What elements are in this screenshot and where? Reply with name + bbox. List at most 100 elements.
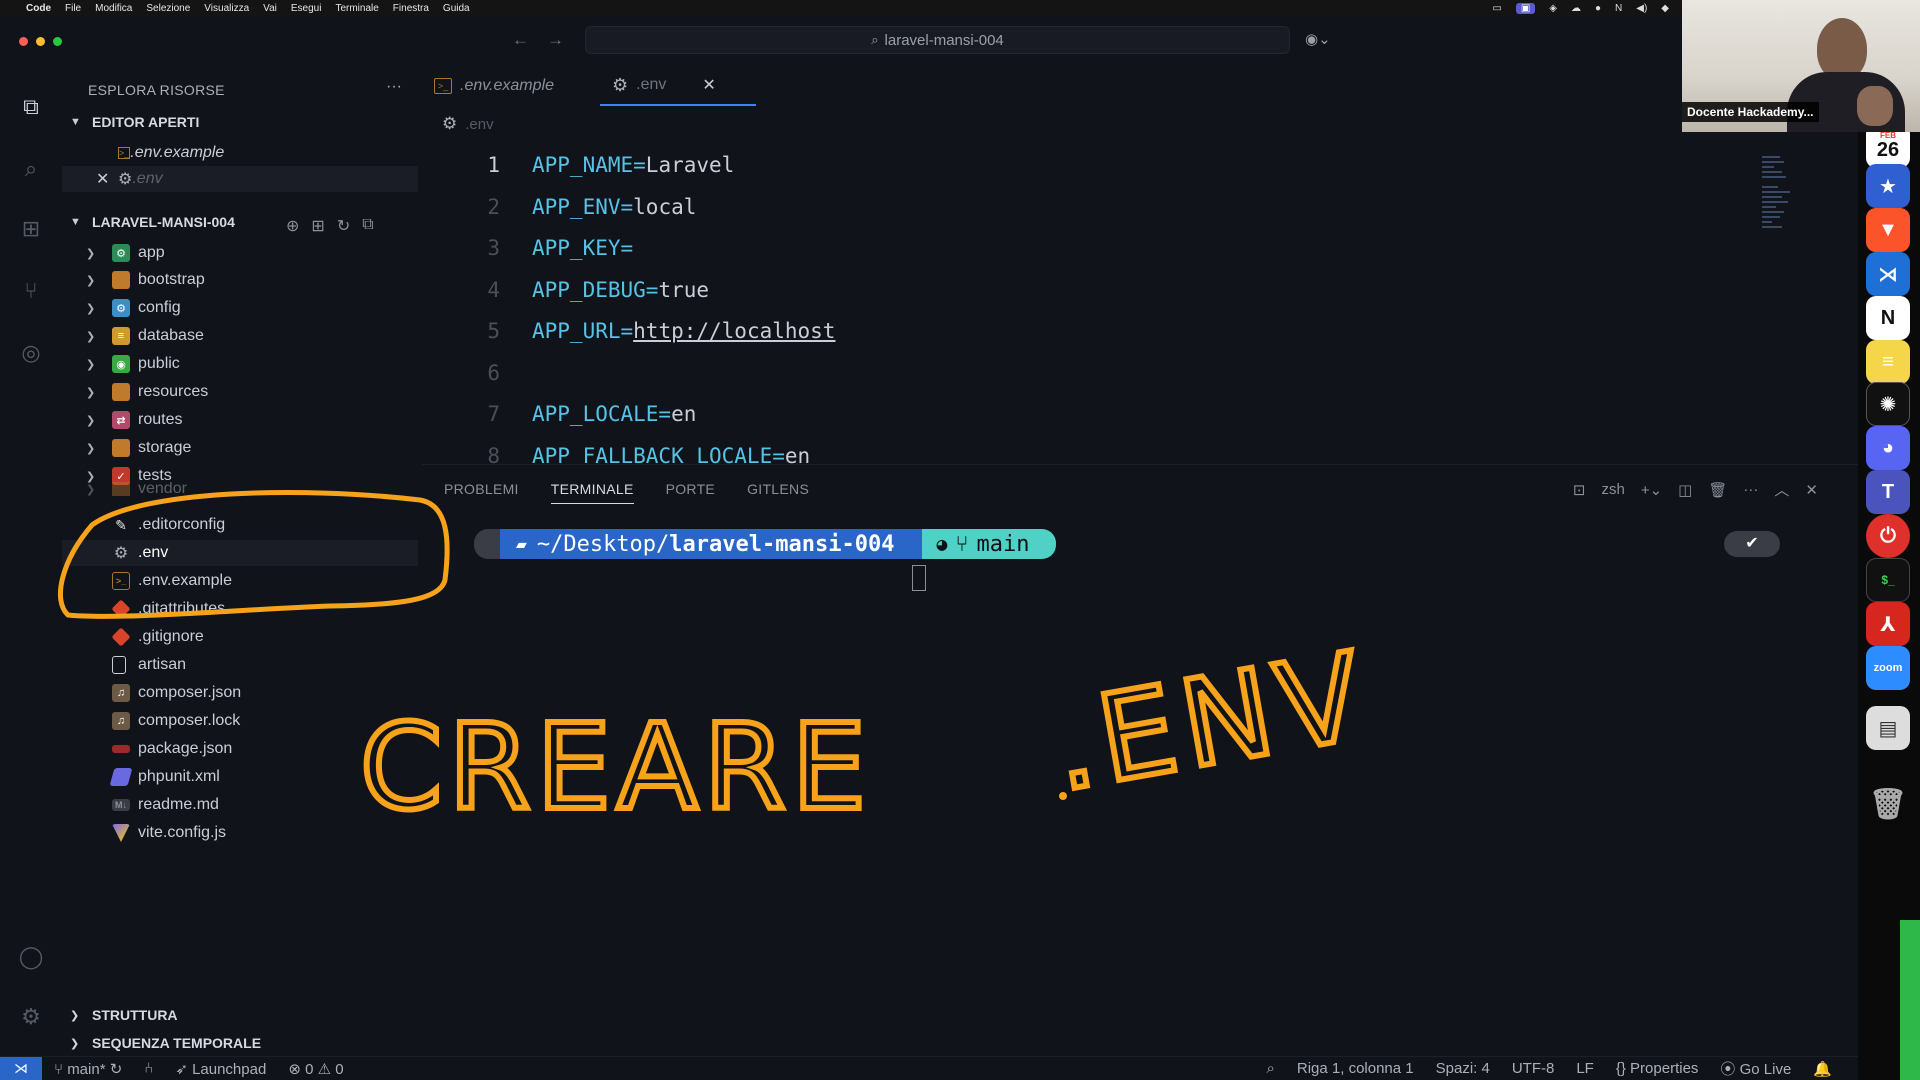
folder-public[interactable]: ❯ ◉ public xyxy=(62,351,418,377)
code-line[interactable]: 3 APP_KEY= xyxy=(422,231,633,265)
terminal-app-icon[interactable]: $_ xyxy=(1866,558,1910,602)
archive-app-icon[interactable]: ▤ xyxy=(1866,706,1910,750)
teams-app-icon[interactable]: T xyxy=(1866,470,1910,514)
file-env-example[interactable]: >_ .env.example xyxy=(62,568,418,594)
go-live[interactable]: ⦿ Go Live xyxy=(1720,1058,1791,1079)
outline-section[interactable]: ❯ STRUTTURA xyxy=(70,1007,178,1023)
menu-esegui[interactable]: Esegui xyxy=(291,3,322,14)
close-tab-icon[interactable]: ✕ xyxy=(702,75,715,95)
file-composer-lock[interactable]: ♫ composer.lock xyxy=(62,708,418,734)
source-control-icon[interactable]: ⑂ xyxy=(16,276,46,306)
command-center-search[interactable]: ⌕ laravel-mansi-004 xyxy=(585,26,1290,54)
discord-app-icon[interactable]: ◕ xyxy=(1866,426,1910,470)
open-editor-item[interactable]: ✕ ⚙ .env xyxy=(62,166,418,192)
search-view-icon[interactable]: ⌕ xyxy=(16,154,46,184)
shell-name[interactable]: zsh xyxy=(1602,481,1625,498)
refresh-icon[interactable]: ↻ xyxy=(337,216,350,236)
folder-app[interactable]: ❯ ⚙ app xyxy=(62,240,418,266)
code-line[interactable]: 2 APP_ENV=local xyxy=(422,190,696,224)
settings-gear-icon[interactable]: ⚙ xyxy=(16,1002,46,1032)
more-actions-icon[interactable]: ··· xyxy=(386,78,402,96)
cursor-position[interactable]: Riga 1, colonna 1 xyxy=(1297,1060,1414,1077)
power-app-icon[interactable]: ⏻ xyxy=(1866,514,1910,558)
tab-env-example[interactable]: >_ .env.example xyxy=(422,66,586,106)
notion-tray-icon[interactable]: N xyxy=(1615,3,1622,14)
volume-icon[interactable]: ◀) xyxy=(1636,3,1647,14)
close-icon[interactable]: ✕ xyxy=(96,169,118,189)
add-terminal-icon[interactable]: +⌄ xyxy=(1641,481,1662,499)
language-mode[interactable]: {} Properties xyxy=(1616,1060,1699,1077)
maximize-window-button[interactable] xyxy=(53,37,62,46)
back-arrow-icon[interactable]: ← xyxy=(512,30,529,50)
graph-icon[interactable]: ⑃ xyxy=(144,1060,153,1077)
brave-browser-icon[interactable]: ▼ xyxy=(1866,208,1910,252)
folder-config[interactable]: ❯ ⚙ config xyxy=(62,295,418,321)
notion-app-icon[interactable]: N xyxy=(1866,296,1910,340)
zoom-app-icon[interactable]: zoom xyxy=(1866,646,1910,690)
acrobat-app-icon[interactable]: ⅄ xyxy=(1866,602,1910,646)
close-window-button[interactable] xyxy=(19,37,28,46)
extensions-icon[interactable]: ⊞ xyxy=(16,214,46,244)
spark-mail-icon[interactable]: ★ xyxy=(1866,164,1910,208)
indentation[interactable]: Spazi: 4 xyxy=(1436,1060,1490,1077)
code-line[interactable]: 4 APP_DEBUG=true xyxy=(422,273,709,307)
minimize-window-button[interactable] xyxy=(36,37,45,46)
diamond-icon[interactable]: ◆ xyxy=(1661,3,1669,14)
folder-database[interactable]: ❯ ≡ database xyxy=(62,323,418,349)
terminal-icon[interactable]: ⊡ xyxy=(1573,481,1586,499)
open-editor-item[interactable]: >_ .env.example xyxy=(62,140,418,166)
file-readme-md[interactable]: M↓ readme.md xyxy=(62,792,418,818)
file-env[interactable]: ⚙ .env xyxy=(62,540,418,566)
tab-env[interactable]: ⚙ .env ✕ xyxy=(600,66,756,106)
problems-status[interactable]: ⊗ 0 ⚠ 0 xyxy=(288,1060,343,1078)
remote-icon[interactable]: ⋊ xyxy=(0,1056,42,1080)
folder-routes[interactable]: ❯ ⇄ routes xyxy=(62,407,418,433)
open-editors-section[interactable]: ▼ EDITOR APERTI xyxy=(70,114,199,130)
gitlens-icon[interactable]: ◎ xyxy=(16,338,46,368)
file-gitignore[interactable]: .gitignore xyxy=(62,624,418,650)
menu-terminale[interactable]: Terminale xyxy=(335,3,378,14)
folder-vendor[interactable]: ❯ vendor xyxy=(62,482,418,496)
env-value[interactable]: http://localhost xyxy=(633,319,835,343)
code-line[interactable]: 5 APP_URL=http://localhost xyxy=(422,314,835,348)
notes-app-icon[interactable]: ≡ xyxy=(1866,340,1910,384)
tab-gitlens[interactable]: GITLENS xyxy=(747,481,809,504)
menu-finestra[interactable]: Finestra xyxy=(393,3,429,14)
file-gitattributes[interactable]: .gitattributes xyxy=(62,596,418,622)
zoom-icon[interactable]: ⌕ xyxy=(1266,1060,1274,1077)
encoding[interactable]: UTF-8 xyxy=(1512,1060,1555,1077)
screen-share-icon[interactable]: ▣ xyxy=(1515,2,1536,14)
menu-visualizza[interactable]: Visualizza xyxy=(204,3,249,14)
file-artisan[interactable]: artisan xyxy=(62,652,418,678)
tab-problems[interactable]: PROBLEMI xyxy=(444,481,519,504)
code-line[interactable]: 7 APP_LOCALE=en xyxy=(422,397,696,431)
close-panel-icon[interactable]: ✕ xyxy=(1805,481,1818,499)
new-folder-icon[interactable]: ⊞ xyxy=(311,216,324,236)
shield-icon[interactable]: ◈ xyxy=(1549,3,1557,14)
file-composer-json[interactable]: ♫ composer.json xyxy=(62,680,418,706)
new-file-icon[interactable]: ⊕ xyxy=(286,216,299,236)
launchpad-status[interactable]: ➶ Launchpad xyxy=(175,1060,266,1078)
menu-file[interactable]: File xyxy=(65,3,81,14)
forward-arrow-icon[interactable]: → xyxy=(547,30,564,50)
folder-storage[interactable]: ❯ storage xyxy=(62,435,418,461)
cloud-icon[interactable]: ☁ xyxy=(1571,3,1581,14)
minimap[interactable] xyxy=(1762,156,1794,256)
trash-dock-icon[interactable]: 🗑 xyxy=(1866,782,1910,826)
project-section[interactable]: ▼ LARAVEL-MANSI-004 xyxy=(70,214,235,230)
file-package-json[interactable]: package.json xyxy=(62,736,418,762)
end-of-line[interactable]: LF xyxy=(1576,1060,1594,1077)
tab-ports[interactable]: PORTE xyxy=(666,481,715,504)
code-line[interactable]: 6 xyxy=(422,356,500,390)
folder-resources[interactable]: ❯ resources xyxy=(62,379,418,405)
file-editorconfig[interactable]: ✎ .editorconfig xyxy=(62,512,418,538)
collapse-all-icon[interactable]: ⧉ xyxy=(362,216,373,236)
menu-app-name[interactable]: Code xyxy=(26,3,51,14)
chatgpt-app-icon[interactable]: ✺ xyxy=(1866,382,1910,426)
record-icon[interactable]: ● xyxy=(1595,3,1601,14)
copilot-icon[interactable]: ◉⌄ xyxy=(1305,30,1331,48)
menu-guida[interactable]: Guida xyxy=(443,3,470,14)
file-phpunit-xml[interactable]: phpunit.xml xyxy=(62,764,418,790)
menu-selezione[interactable]: Selezione xyxy=(146,3,190,14)
vscode-app-icon[interactable]: ⋊ xyxy=(1866,252,1910,296)
